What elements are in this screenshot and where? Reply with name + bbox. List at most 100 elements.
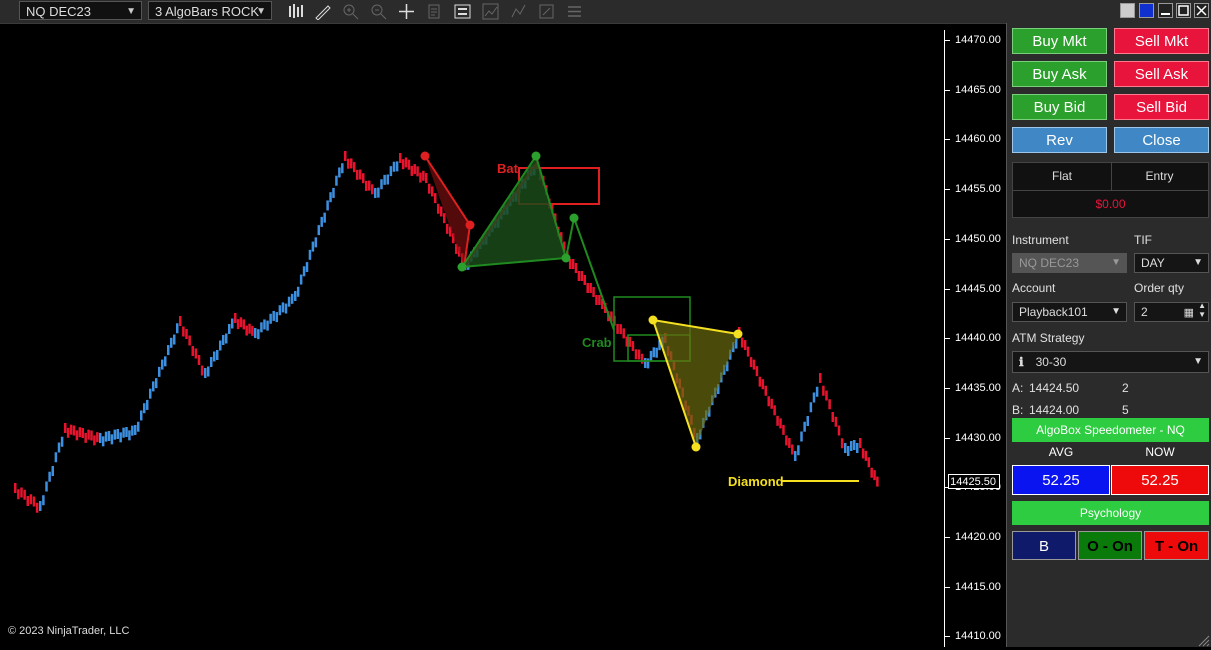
reverse-button[interactable]: Rev <box>1012 127 1107 153</box>
price-bar <box>806 416 809 426</box>
price-bar <box>837 425 841 436</box>
price-bar <box>326 200 329 211</box>
maximize-button[interactable] <box>1176 3 1191 18</box>
price-bar <box>809 402 813 413</box>
window-color-button[interactable] <box>1139 3 1154 18</box>
price-bar <box>583 275 587 285</box>
price-chart[interactable]: Bat Crab Diamond <box>4 30 944 647</box>
tif-dropdown[interactable]: DAY ▼ <box>1134 253 1209 273</box>
close-window-button[interactable] <box>1194 3 1209 18</box>
price-bar <box>45 481 48 492</box>
price-bar <box>812 392 816 403</box>
price-bar <box>419 172 422 183</box>
sell-mkt-button[interactable]: Sell Mkt <box>1114 28 1209 54</box>
price-bar <box>323 212 326 223</box>
strategies-icon[interactable] <box>454 3 471 20</box>
price-bar <box>23 489 26 500</box>
psychology-button[interactable]: Psychology <box>1012 501 1209 525</box>
price-axis-tick <box>945 89 950 91</box>
sell-ask-button[interactable]: Sell Ask <box>1114 61 1209 87</box>
price-bar <box>422 170 425 181</box>
properties-icon[interactable] <box>426 3 443 20</box>
price-bar <box>655 347 658 358</box>
price-bar <box>225 333 228 344</box>
price-bar <box>649 350 653 361</box>
price-bar <box>308 249 312 260</box>
price-bar <box>69 424 73 435</box>
indicators-icon[interactable] <box>482 3 499 20</box>
price-bar <box>335 175 338 186</box>
price-bar <box>652 347 656 358</box>
price-bar <box>840 438 844 449</box>
price-bar <box>266 320 269 331</box>
tif-label: TIF <box>1134 233 1152 247</box>
price-bar <box>75 430 79 441</box>
stepper-arrows-icon[interactable]: ▲ ▼ <box>1198 301 1206 319</box>
price-axis-tick <box>945 537 950 538</box>
price-bar <box>644 358 647 368</box>
buy-ask-button[interactable]: Buy Ask <box>1012 61 1107 87</box>
account-dropdown[interactable]: Playback101 ▼ <box>1012 302 1127 322</box>
price-bar <box>764 385 768 396</box>
buy-mkt-button[interactable]: Buy Mkt <box>1012 28 1107 54</box>
order-qty-value: 2 <box>1141 305 1148 319</box>
price-bar <box>122 427 125 438</box>
tif-dropdown-value: DAY <box>1141 256 1165 270</box>
price-bar <box>234 313 237 323</box>
draw-icon[interactable] <box>314 3 331 20</box>
price-bar <box>35 502 39 513</box>
calculator-icon[interactable]: ▦ <box>1184 304 1194 322</box>
price-axis-label: 14415.00 <box>955 580 1001 593</box>
price-bar <box>443 213 446 224</box>
price-bar <box>631 341 635 352</box>
o-toggle-button[interactable]: O - On <box>1078 531 1142 560</box>
price-bar <box>176 323 179 334</box>
price-bar <box>128 430 131 441</box>
price-bar <box>338 167 341 178</box>
bar-type-icon[interactable] <box>287 3 304 20</box>
data-box-icon[interactable] <box>538 3 555 20</box>
price-bar <box>317 225 321 236</box>
price-bar <box>815 386 819 397</box>
price-bar <box>859 438 862 448</box>
buy-bid-button[interactable]: Buy Bid <box>1012 94 1107 120</box>
price-bar <box>353 162 356 173</box>
bar-type-selector[interactable]: 3 AlgoBars ROCK ▼ <box>148 1 272 20</box>
price-bar <box>592 287 595 297</box>
chart-canvas: Bat Crab Diamond <box>14 151 879 513</box>
zoom-in-icon[interactable] <box>342 3 359 20</box>
price-bar <box>619 324 622 335</box>
window-gray-button[interactable] <box>1120 3 1135 18</box>
close-position-button[interactable]: Close <box>1114 127 1209 153</box>
more-icon[interactable] <box>566 3 583 20</box>
crosshair-icon[interactable] <box>398 3 415 20</box>
price-bar <box>107 431 111 441</box>
templates-icon[interactable] <box>510 3 527 20</box>
price-bar <box>580 271 584 281</box>
speedometer-header[interactable]: AlgoBox Speedometer - NQ <box>1012 418 1209 442</box>
atm-strategy-dropdown[interactable]: ℹ 30-30 ▼ <box>1012 351 1209 373</box>
chart-toolbar: NQ DEC23 ▼ 3 AlgoBars ROCK ▼ <box>0 0 1211 24</box>
price-bar <box>269 313 272 324</box>
price-axis-tick <box>945 139 950 141</box>
t-toggle-button[interactable]: T - On <box>1144 531 1209 560</box>
price-bar <box>416 166 419 177</box>
price-axis-label: 14460.00 <box>955 133 1001 146</box>
price-bar <box>834 416 838 427</box>
price-bar <box>825 390 828 401</box>
price-bar <box>263 319 266 330</box>
price-bar <box>54 452 58 463</box>
price-axis[interactable]: 14470.00 14465.00 14460.00 14455.00 14450.00… <box>944 30 1005 647</box>
price-bar <box>320 216 323 227</box>
price-bar <box>155 378 158 389</box>
minimize-button[interactable] <box>1158 3 1173 18</box>
order-qty-stepper[interactable]: 2 ▦ ▲ ▼ <box>1134 301 1209 322</box>
price-bar <box>245 325 248 336</box>
instrument-dropdown[interactable]: NQ DEC23 ▼ <box>1012 253 1127 273</box>
resize-grip-icon[interactable] <box>1198 635 1210 647</box>
b-toggle-button[interactable]: B <box>1012 531 1076 560</box>
sell-bid-button[interactable]: Sell Bid <box>1114 94 1209 120</box>
instrument-selector[interactable]: NQ DEC23 ▼ <box>19 1 142 20</box>
zoom-out-icon[interactable] <box>370 3 387 20</box>
info-icon[interactable]: ℹ <box>1019 355 1024 369</box>
